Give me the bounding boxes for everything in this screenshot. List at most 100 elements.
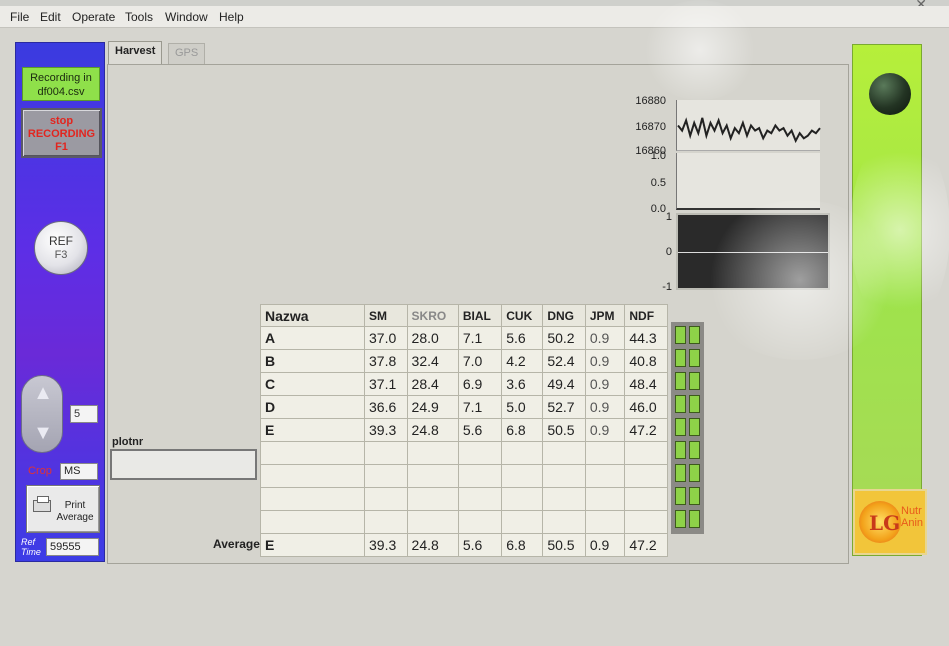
- table-cell: 37.8: [364, 349, 408, 373]
- table-cell: [406, 487, 459, 511]
- table-cell: [584, 510, 626, 534]
- status-led: [675, 326, 686, 344]
- table-cell: 40.8: [624, 349, 668, 373]
- table-cell: 37.1: [364, 372, 408, 396]
- ref-time-label-line1: Ref: [21, 537, 36, 547]
- level-chart: [676, 153, 820, 210]
- status-led: [689, 441, 700, 459]
- table-cell: 50.2: [542, 326, 586, 350]
- table-cell: 37.0: [364, 326, 408, 350]
- status-led: [689, 418, 700, 436]
- menu-window[interactable]: Window: [165, 10, 208, 24]
- table-cell: 47.2: [624, 533, 668, 557]
- table-cell: [624, 441, 668, 465]
- table-cell: [542, 487, 586, 511]
- stop-recording-button[interactable]: stop RECORDING F1: [21, 108, 102, 158]
- table-cell: [542, 510, 586, 534]
- print-label-line1: Print: [64, 500, 86, 511]
- table-cell: [406, 441, 459, 465]
- ref-label: REF: [49, 234, 73, 248]
- table-row: [260, 464, 668, 488]
- table-cell: [501, 441, 544, 465]
- print-label: Print Average: [51, 500, 99, 524]
- signal-chart-plot: [677, 117, 821, 144]
- table-cell: 7.1: [457, 326, 503, 350]
- table-cell: 7.0: [457, 349, 503, 373]
- table-cell: 24.8: [406, 533, 459, 557]
- menu-tools[interactable]: Tools: [125, 10, 153, 24]
- table-cell: [584, 487, 626, 511]
- stepper-value[interactable]: 5: [70, 405, 98, 423]
- average-label: Average: [213, 537, 260, 551]
- status-led: [689, 349, 700, 367]
- table-row: A 37.0 28.0 7.1 5.6 50.2 0.9 44.3: [260, 326, 668, 350]
- chart3-tick-mid: 0: [665, 246, 672, 258]
- logo-text: LG: [869, 511, 901, 535]
- table-cell: [406, 464, 459, 488]
- table-cell: [501, 510, 544, 534]
- col-header-bial: BIAL: [457, 304, 503, 327]
- crop-field[interactable]: MS: [60, 463, 98, 480]
- table-cell: 36.6: [364, 395, 408, 419]
- table-cell: 5.0: [501, 395, 544, 419]
- status-led: [689, 464, 700, 482]
- table-cell: 7.1: [457, 395, 503, 419]
- col-header-jpm: JPM: [584, 304, 626, 327]
- waveform-chart: [676, 213, 830, 290]
- tab-gps[interactable]: GPS: [168, 43, 206, 64]
- table-cell: [584, 464, 626, 488]
- table-cell: [501, 464, 544, 488]
- ref-button[interactable]: REF F3: [34, 221, 88, 275]
- table-cell: [584, 441, 626, 465]
- control-sidebar: Recording in df004.csv stop RECORDING F1…: [15, 42, 105, 562]
- print-label-line2: Average: [56, 512, 94, 523]
- table-cell: 0.9: [584, 418, 626, 442]
- signal-series-line: [677, 117, 821, 144]
- menu-file[interactable]: File: [10, 10, 29, 24]
- average-row: E 39.3 24.8 5.6 6.8 50.5 0.9 47.2: [260, 533, 668, 557]
- print-average-button[interactable]: Print Average: [26, 485, 100, 533]
- ref-time-label: Ref Time: [21, 537, 41, 557]
- status-sidebar: LG Nutr Anin: [852, 44, 927, 556]
- status-led: [689, 395, 700, 413]
- status-led: [675, 395, 686, 413]
- table-row: D 36.6 24.9 7.1 5.0 52.7 0.9 46.0: [260, 395, 668, 419]
- table-cell: 6.8: [501, 533, 544, 557]
- table-cell: [542, 441, 586, 465]
- menu-help[interactable]: Help: [219, 10, 244, 24]
- signal-chart: [676, 100, 821, 151]
- status-led: [689, 510, 700, 528]
- plotnr-field[interactable]: [110, 449, 257, 480]
- table-cell: [364, 510, 408, 534]
- table-cell: 6.8: [501, 418, 544, 442]
- table-cell: 28.4: [406, 372, 459, 396]
- table-cell: [457, 487, 503, 511]
- lg-logo: LG Nutr Anin: [853, 489, 927, 555]
- recording-status: Recording in df004.csv: [22, 67, 100, 101]
- table-cell: 0.9: [584, 395, 626, 419]
- chart3-tick-top: 1: [665, 211, 672, 223]
- table-cell: E: [260, 533, 365, 557]
- chart2-tick-mid: 0.5: [650, 177, 666, 189]
- logo-subtext-line1: Nutr: [901, 505, 922, 517]
- tab-harvest[interactable]: Harvest: [108, 41, 163, 64]
- table-cell: 4.2: [501, 349, 544, 373]
- chart2-tick-top: 1.0: [650, 150, 666, 162]
- arrow-down-icon[interactable]: ▼: [22, 422, 64, 445]
- arrow-up-icon[interactable]: ▲: [22, 382, 64, 405]
- table-row: B 37.8 32.4 7.0 4.2 52.4 0.9 40.8: [260, 349, 668, 373]
- plot-stepper: ▲ ▼: [21, 375, 63, 453]
- table-cell: 39.3: [364, 418, 408, 442]
- table-cell: 3.6: [501, 372, 544, 396]
- menu-edit[interactable]: Edit: [40, 10, 61, 24]
- table-cell: 28.0: [406, 326, 459, 350]
- stop-key-label: F1: [55, 141, 68, 153]
- table-cell: 32.4: [406, 349, 459, 373]
- table-cell: 50.5: [542, 533, 586, 557]
- status-led: [689, 372, 700, 390]
- status-led: [675, 372, 686, 390]
- menu-operate[interactable]: Operate: [72, 10, 115, 24]
- table-cell: 48.4: [624, 372, 668, 396]
- stop-label: stop: [49, 115, 74, 127]
- table-cell: [364, 464, 408, 488]
